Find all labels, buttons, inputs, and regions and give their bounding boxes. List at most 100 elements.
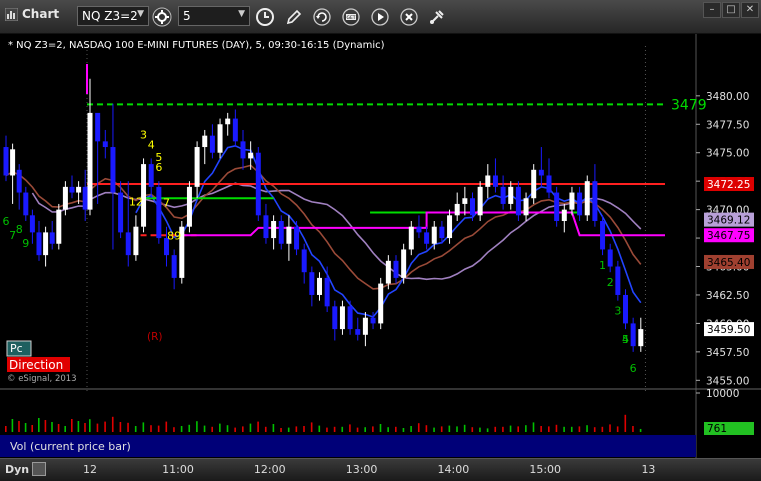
candle-body <box>248 152 254 159</box>
candle-body <box>294 226 300 250</box>
candle-body <box>232 118 238 142</box>
candle-body <box>355 329 361 335</box>
close-circle-button[interactable] <box>398 6 420 28</box>
volume-current-label: 761 <box>707 423 727 435</box>
y-tick-label: 3457.50 <box>706 347 749 359</box>
candle-body <box>577 192 583 216</box>
volume-bar <box>341 426 344 432</box>
volume-bar <box>570 426 573 432</box>
td-count-label: 7 <box>163 197 170 210</box>
study-button[interactable]: GET <box>340 6 362 28</box>
volume-bar <box>280 428 282 432</box>
td-count-label: 3 <box>614 305 621 318</box>
volume-bar <box>196 421 198 432</box>
volume-bar-prev <box>44 420 47 432</box>
volume-bar <box>203 425 206 432</box>
candle-body <box>508 186 514 204</box>
price-badge-label: 3472.25 <box>707 179 750 191</box>
minimize-button[interactable]: – <box>703 2 721 18</box>
volume-bar-prev <box>38 418 40 432</box>
close-button[interactable]: ✕ <box>741 2 759 18</box>
price-badge-label: 3465.40 <box>707 257 750 269</box>
volume-bar <box>433 427 435 432</box>
candle-body <box>255 152 261 216</box>
candle-body <box>515 186 521 216</box>
candle-body <box>240 141 246 159</box>
volume-bar <box>494 426 497 432</box>
x-tick-label: 13:00 <box>345 463 378 476</box>
candle-body <box>87 112 93 210</box>
y-tick-label: 3477.50 <box>706 119 749 131</box>
play-icon <box>371 8 389 26</box>
candle-body <box>324 277 330 307</box>
zoom-icon[interactable] <box>32 462 46 476</box>
volume-bar <box>402 428 405 432</box>
volume-bar <box>287 427 290 432</box>
draw-tool-button[interactable] <box>283 6 305 28</box>
volume-bar <box>242 426 244 432</box>
volume-bar <box>517 426 519 432</box>
chart-header: * NQ Z3=2, NASDAQ 100 E-MINI FUTURES (DA… <box>8 40 385 51</box>
price-chart[interactable]: * NQ Z3=2, NASDAQ 100 E-MINI FUTURES (DA… <box>0 34 761 458</box>
candle-body <box>538 169 544 176</box>
link-button[interactable] <box>151 6 173 28</box>
candle-body <box>133 226 139 256</box>
volume-bar <box>509 425 512 432</box>
td-count-label: 89 <box>167 229 181 242</box>
candle-body <box>102 141 108 148</box>
prev-candle-body <box>29 215 35 233</box>
volume-bar <box>104 421 106 432</box>
candle-body <box>362 317 368 335</box>
candle-body <box>347 306 353 330</box>
candle-body <box>209 135 215 153</box>
candle-body <box>424 232 430 244</box>
candle-body <box>263 215 269 239</box>
volume-max-label: 10000 <box>706 388 739 400</box>
interval-combo[interactable]: 5 ▼ <box>178 6 250 26</box>
td-count-label: 3 <box>140 128 147 141</box>
td-count-label: 6 <box>630 362 637 375</box>
restore-button[interactable]: □ <box>722 2 740 18</box>
prev-candle-body <box>49 232 55 244</box>
price-badge-label: 3467.75 <box>707 230 750 242</box>
volume-panel-label: Vol (current price bar) <box>10 440 131 453</box>
symbol-combo[interactable]: NQ Z3=2 ▼ <box>77 6 149 26</box>
chevron-down-icon: ▼ <box>238 9 245 19</box>
volume-bar <box>165 421 168 432</box>
volume-bar <box>532 422 535 432</box>
prev-candle-body <box>3 147 9 176</box>
volume-bar <box>364 427 366 432</box>
candle-body <box>630 323 636 347</box>
candle-body <box>561 209 567 221</box>
volume-bar-prev <box>18 421 20 432</box>
candle-body <box>623 294 628 324</box>
svg-text:GET: GET <box>346 15 355 21</box>
volume-bar <box>624 414 627 432</box>
candle-body <box>156 186 162 239</box>
play-button[interactable] <box>369 6 391 28</box>
refresh-button[interactable] <box>311 6 333 28</box>
volume-bar <box>372 426 374 432</box>
volume-bar <box>601 426 604 432</box>
interval-clock-button[interactable] <box>254 6 276 28</box>
study-icon: GET <box>342 8 360 26</box>
candle-body <box>408 226 414 250</box>
candle-body <box>317 277 322 295</box>
volume-bar <box>639 428 642 432</box>
x-tick-label: 14:00 <box>437 463 470 476</box>
volume-bar <box>234 427 236 432</box>
minimize-icon: – <box>709 4 715 15</box>
volume-bar-prev <box>5 426 7 432</box>
volume-bar <box>134 426 137 432</box>
volume-bar <box>310 422 313 432</box>
volume-bar-prev <box>64 426 66 432</box>
candle-body <box>470 198 475 216</box>
volume-bar <box>119 422 122 432</box>
dyn-label[interactable]: Dyn <box>5 463 29 476</box>
candle-body <box>385 260 391 284</box>
tool-button[interactable] <box>426 6 448 28</box>
volume-bar <box>188 424 191 432</box>
candle-body <box>301 249 307 273</box>
volume-bar-prev <box>51 422 53 432</box>
volume-bar-prev <box>71 419 73 432</box>
